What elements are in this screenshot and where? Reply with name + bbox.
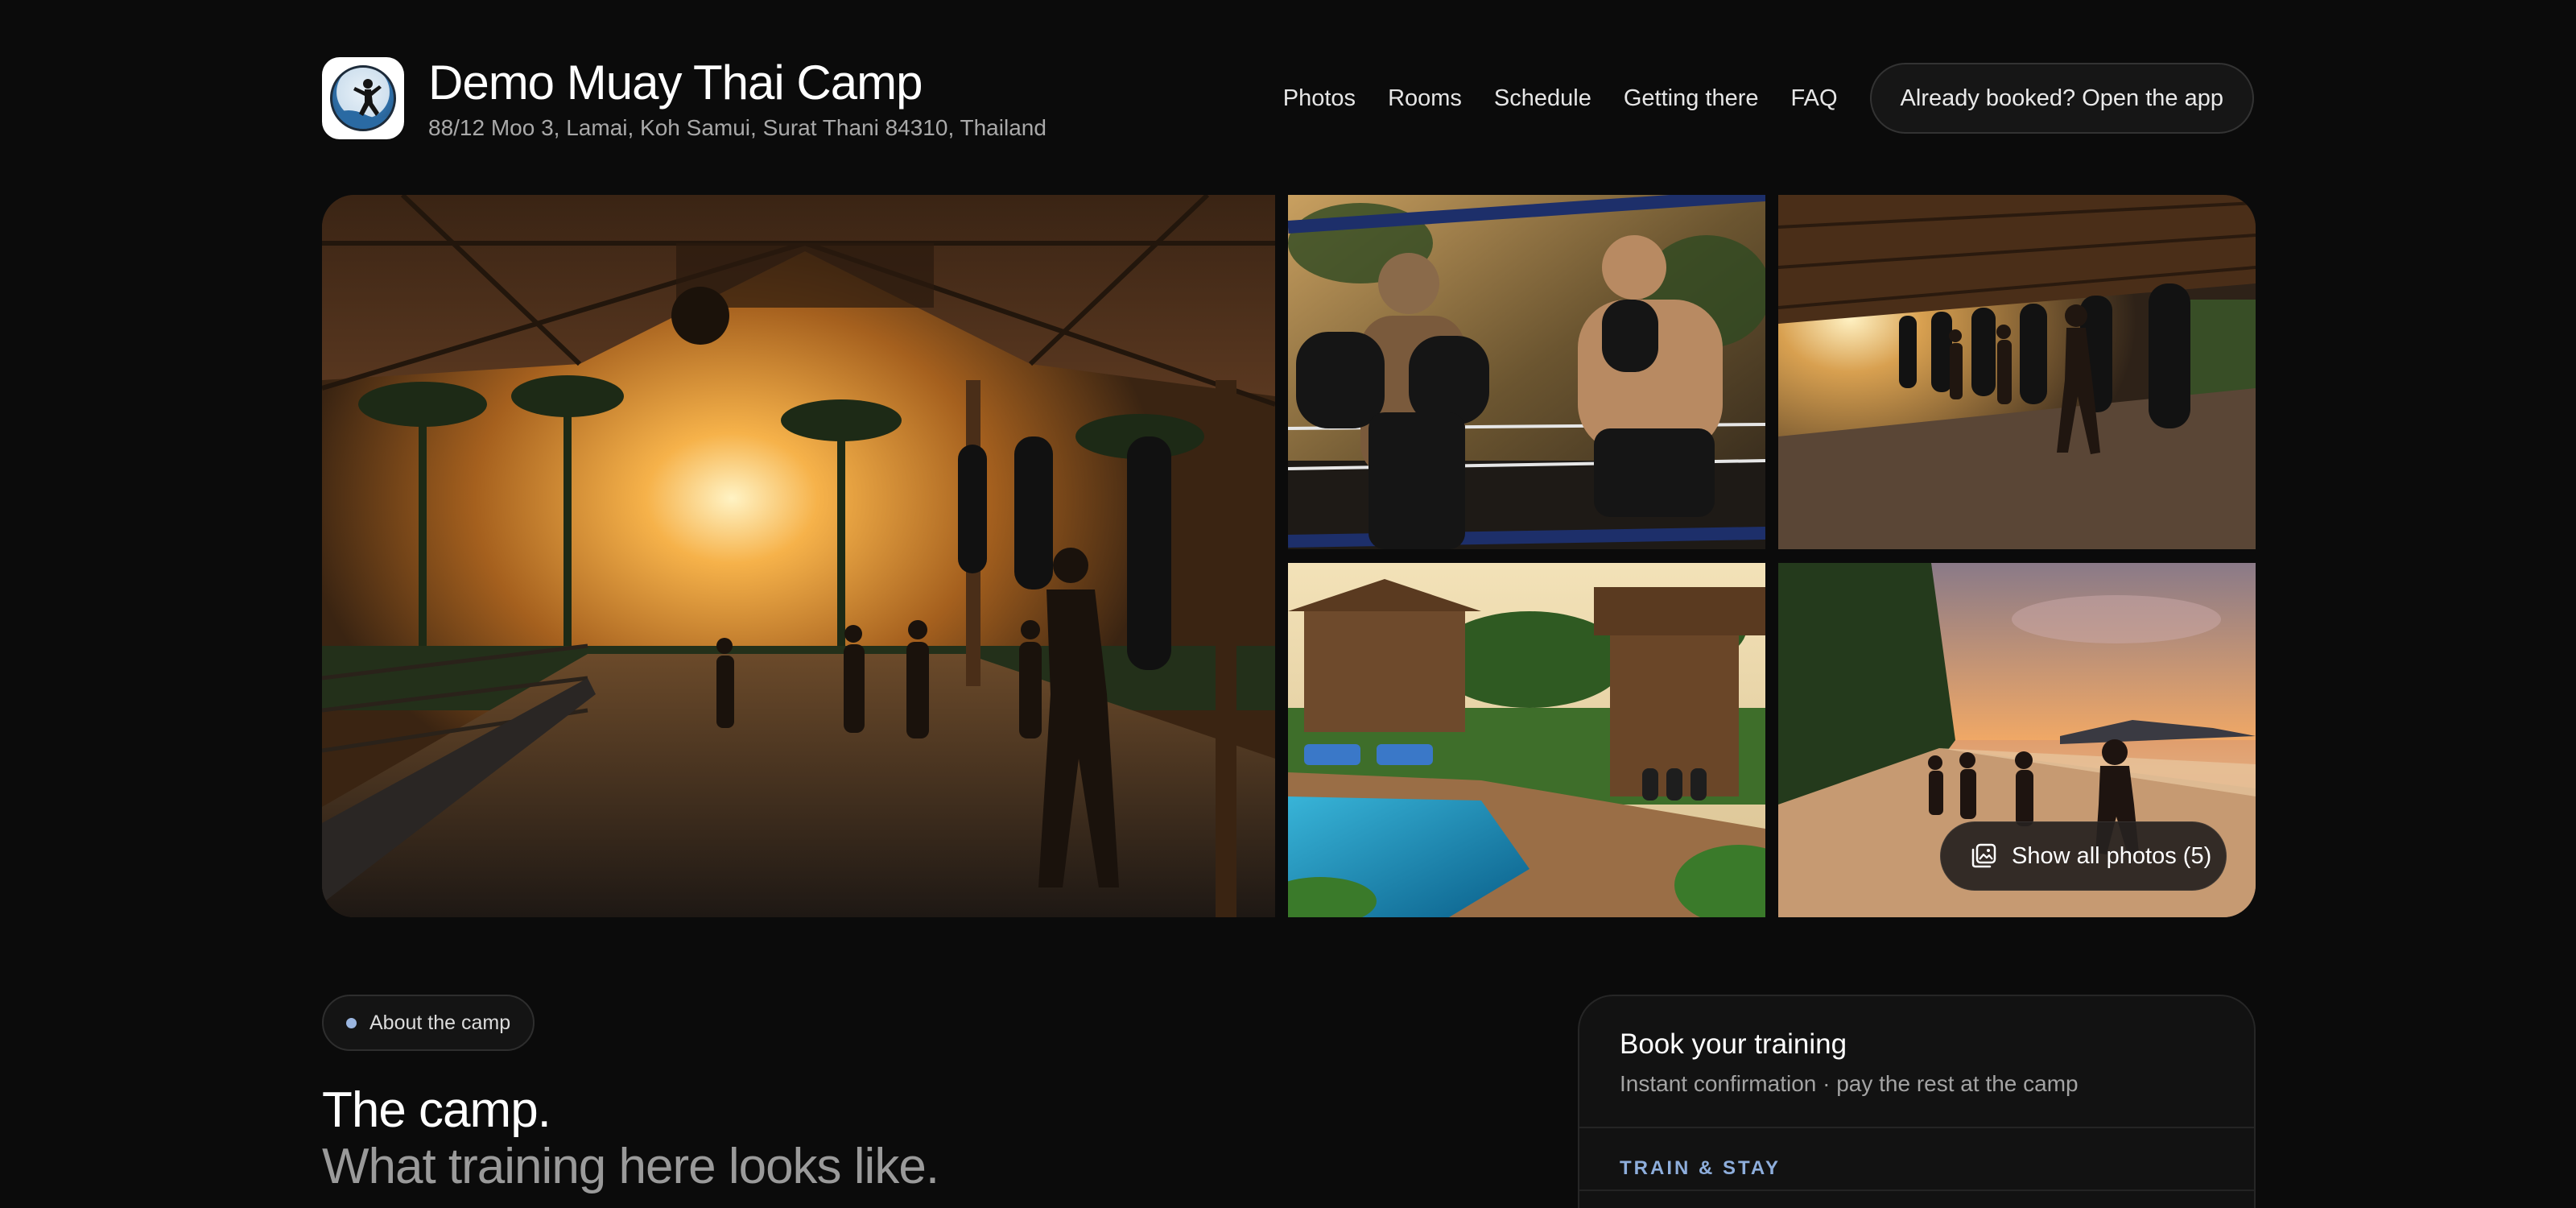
show-all-photos-button[interactable]: Show all photos (5) bbox=[1940, 821, 2227, 891]
divider bbox=[1579, 1189, 2254, 1191]
train-and-stay-label: TRAIN & STAY bbox=[1620, 1157, 1781, 1179]
heavy-bag-row-photo[interactable] bbox=[1778, 195, 2256, 549]
about-pill-label: About the camp bbox=[369, 1011, 511, 1034]
muay-thai-fighter-logo-icon bbox=[330, 65, 396, 131]
nav-rooms[interactable]: Rooms bbox=[1388, 85, 1462, 112]
booking-card: Book your training Instant confirmation … bbox=[1578, 995, 2256, 1208]
nav-photos[interactable]: Photos bbox=[1283, 85, 1356, 112]
divider bbox=[1579, 1127, 2254, 1128]
open-app-button[interactable]: Already booked? Open the app bbox=[1869, 63, 2254, 134]
open-air-gym-sunset-photo[interactable] bbox=[322, 195, 1275, 917]
pad-work-in-ring-photo[interactable] bbox=[1288, 195, 1765, 549]
site-header: Demo Muay Thai Camp 88/12 Moo 3, Lamai, … bbox=[322, 56, 2254, 140]
section-heading: The camp. bbox=[322, 1082, 551, 1138]
accent-dot-icon bbox=[346, 1017, 357, 1028]
camp-title: Demo Muay Thai Camp bbox=[428, 56, 923, 110]
booking-title: Book your training bbox=[1620, 1028, 1847, 1060]
main-nav: Photos Rooms Schedule Getting there FAQ … bbox=[1283, 63, 2254, 134]
nav-faq[interactable]: FAQ bbox=[1791, 85, 1838, 112]
about-pill: About the camp bbox=[322, 995, 535, 1051]
camp-logo[interactable] bbox=[322, 57, 404, 139]
photo-gallery bbox=[322, 195, 2256, 917]
photo-stack-icon bbox=[1971, 843, 1996, 868]
nav-schedule[interactable]: Schedule bbox=[1494, 85, 1591, 112]
pool-and-bungalows-photo[interactable] bbox=[1288, 563, 1765, 917]
show-all-label: Show all photos (5) bbox=[2012, 842, 2212, 869]
nav-getting-there[interactable]: Getting there bbox=[1624, 85, 1759, 112]
section-subheading: What training here looks like. bbox=[322, 1139, 939, 1194]
booking-subtitle: Instant confirmation · pay the rest at t… bbox=[1620, 1071, 2079, 1096]
title-block: Demo Muay Thai Camp 88/12 Moo 3, Lamai, … bbox=[428, 54, 1046, 143]
camp-address: 88/12 Moo 3, Lamai, Koh Samui, Surat Tha… bbox=[428, 115, 1046, 140]
